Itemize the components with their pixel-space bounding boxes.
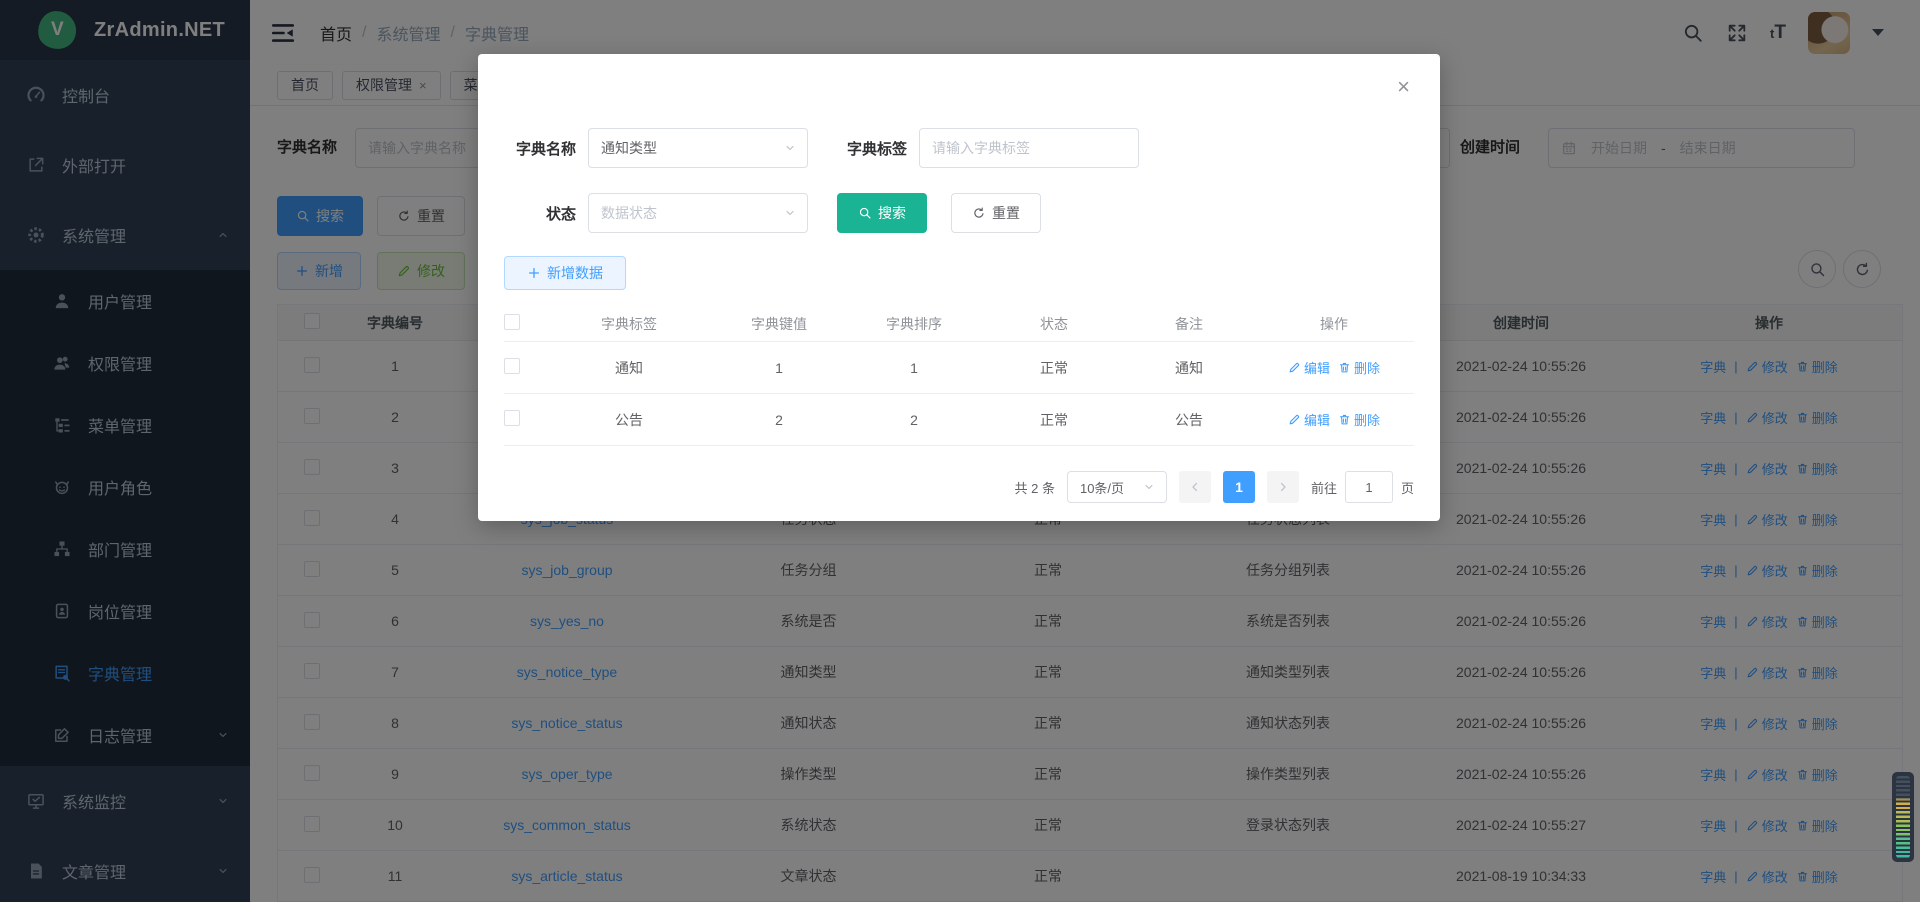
search-icon — [858, 206, 872, 220]
modal-table-row: 公告 2 2 正常 公告 编辑 删除 — [504, 394, 1414, 446]
plus-icon — [527, 266, 541, 280]
cell-dict-sort: 2 — [844, 412, 984, 428]
row-delete-link[interactable]: 删除 — [1338, 358, 1380, 377]
cell-status: 正常 — [984, 358, 1124, 378]
chevron-left-icon — [1188, 480, 1202, 494]
mcol-remark: 备注 — [1124, 314, 1254, 334]
chevron-down-icon — [783, 206, 797, 220]
modal-dict-data-table: 字典标签 字典键值 字典排序 状态 备注 操作 通知 1 1 正常 通知 编辑 … — [504, 306, 1414, 446]
modal-search-button[interactable]: 搜索 — [837, 193, 927, 233]
modal-dict-tag-label: 字典标签 — [839, 138, 907, 159]
modal-dict-name-select[interactable]: 通知类型 — [588, 128, 808, 168]
page-size-select[interactable]: 10条/页 — [1067, 471, 1167, 503]
modal-reset-button[interactable]: 重置 — [951, 193, 1041, 233]
modal-select-all-checkbox[interactable] — [504, 314, 520, 330]
status-placeholder: 数据状态 — [601, 203, 657, 223]
goto-page-input[interactable]: 1 — [1345, 471, 1393, 503]
row-delete-link[interactable]: 删除 — [1338, 410, 1380, 429]
prev-page-button[interactable] — [1179, 471, 1211, 503]
mcol-key: 字典键值 — [714, 314, 844, 334]
row-checkbox[interactable] — [504, 410, 520, 426]
extension-scroll-widget[interactable] — [1892, 772, 1914, 862]
cell-dict-key: 1 — [714, 360, 844, 376]
modal-pagination: 共 2 条 10条/页 1 前往 1 页 — [504, 471, 1414, 503]
scroll-widget-stripes — [1896, 776, 1910, 858]
modal-dict-name-label: 字典名称 — [504, 138, 576, 159]
cell-remark: 公告 — [1124, 410, 1254, 430]
modal-status-select[interactable]: 数据状态 — [588, 193, 808, 233]
refresh-icon — [972, 206, 986, 220]
edit-icon — [1288, 361, 1301, 374]
dict-data-modal: × 字典名称 通知类型 字典标签 状态 数据状态 搜索 重置 新增数据 字典标 — [478, 54, 1440, 521]
selected-dict-name: 通知类型 — [601, 138, 657, 158]
cell-dict-sort: 1 — [844, 360, 984, 376]
mcol-status: 状态 — [984, 314, 1124, 334]
mcol-sort: 字典排序 — [844, 314, 984, 334]
modal-dict-tag-input[interactable] — [919, 128, 1139, 168]
row-edit-link[interactable]: 编辑 — [1288, 358, 1330, 377]
trash-icon — [1338, 361, 1351, 374]
chevron-right-icon — [1276, 480, 1290, 494]
modal-table-row: 通知 1 1 正常 通知 编辑 删除 — [504, 342, 1414, 394]
goto-label: 前往 — [1311, 478, 1337, 497]
pagination-total: 共 2 条 — [1015, 478, 1055, 497]
current-page-button[interactable]: 1 — [1223, 471, 1255, 503]
cell-status: 正常 — [984, 410, 1124, 430]
modal-table-header: 字典标签 字典键值 字典排序 状态 备注 操作 — [504, 306, 1414, 342]
goto-unit: 页 — [1401, 478, 1414, 497]
trash-icon — [1338, 413, 1351, 426]
next-page-button[interactable] — [1267, 471, 1299, 503]
cell-dict-key: 2 — [714, 412, 844, 428]
row-edit-link[interactable]: 编辑 — [1288, 410, 1330, 429]
chevron-down-icon — [783, 141, 797, 155]
row-checkbox[interactable] — [504, 358, 520, 374]
edit-icon — [1288, 413, 1301, 426]
mcol-ops: 操作 — [1254, 314, 1414, 334]
close-icon[interactable]: × — [1397, 76, 1410, 98]
modal-status-label: 状态 — [504, 203, 576, 224]
mcol-label: 字典标签 — [544, 314, 714, 334]
cell-remark: 通知 — [1124, 358, 1254, 378]
cell-dict-label: 通知 — [544, 358, 714, 378]
modal-add-data-button[interactable]: 新增数据 — [504, 256, 626, 290]
chevron-down-icon — [1142, 480, 1156, 494]
cell-dict-label: 公告 — [544, 410, 714, 430]
